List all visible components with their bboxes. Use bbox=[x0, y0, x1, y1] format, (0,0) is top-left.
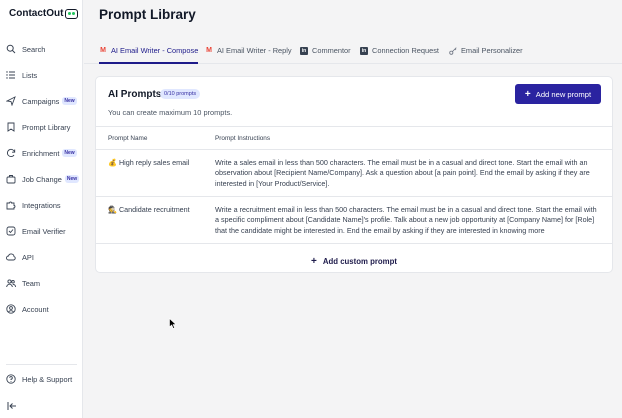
check-circle-icon bbox=[6, 226, 16, 236]
sidebar-item-label: Email Verifier bbox=[22, 226, 66, 236]
table-row[interactable]: 🕵 Candidate recruitment Write a recruitm… bbox=[96, 197, 612, 244]
tab-email-personalizer[interactable]: Email Personalizer bbox=[449, 38, 523, 63]
mouse-cursor-icon bbox=[169, 318, 177, 329]
linkedin-icon: in bbox=[300, 46, 308, 55]
sidebar-item-integrations[interactable]: Integrations bbox=[6, 195, 80, 215]
prompt-name-text: Candidate recruitment bbox=[118, 205, 190, 214]
sidebar-item-campaigns[interactable]: Campaigns New bbox=[6, 91, 80, 111]
tab-connection-request[interactable]: in Connection Request bbox=[360, 38, 439, 63]
prompt-name-text: High reply sales email bbox=[118, 158, 190, 167]
prompt-instructions: Write a recruitment email in less than 5… bbox=[215, 205, 597, 235]
column-header-prompt-instructions: Prompt Instructions bbox=[215, 135, 271, 142]
sidebar-item-label: Integrations bbox=[22, 200, 61, 210]
users-icon bbox=[6, 278, 16, 288]
prompt-instructions: Write a sales email in less than 500 cha… bbox=[215, 158, 590, 188]
sidebar-item-team[interactable]: Team bbox=[6, 273, 80, 293]
sidebar-item-enrichment[interactable]: Enrichment New bbox=[6, 143, 80, 163]
send-icon bbox=[6, 96, 16, 106]
gmail-icon: M bbox=[206, 47, 212, 54]
sidebar-item-label: Help & Support bbox=[22, 374, 73, 384]
page-title: Prompt Library bbox=[99, 7, 196, 22]
user-circle-icon bbox=[6, 304, 16, 314]
sidebar-item-label: Search bbox=[22, 44, 46, 54]
tab-ai-email-writer-reply[interactable]: M AI Email Writer - Reply bbox=[205, 38, 292, 63]
button-label: Add new prompt bbox=[535, 89, 592, 99]
help-circle-icon bbox=[6, 374, 16, 384]
tab-ai-email-writer-compose[interactable]: M AI Email Writer - Compose bbox=[99, 38, 199, 64]
list-icon bbox=[6, 70, 16, 80]
cloud-icon bbox=[6, 252, 16, 262]
bookmark-icon bbox=[6, 122, 16, 132]
refresh-icon bbox=[6, 148, 16, 158]
add-custom-prompt-button[interactable]: + Add custom prompt bbox=[96, 249, 612, 273]
prompt-name: 🕵 Candidate recruitment bbox=[108, 205, 208, 215]
sidebar-item-label: Team bbox=[22, 278, 41, 288]
tab-label: Connection Request bbox=[372, 46, 439, 55]
sidebar-item-label: Campaigns bbox=[22, 96, 60, 106]
collapse-sidebar-icon[interactable] bbox=[7, 401, 17, 411]
card-title: AI Prompts bbox=[108, 89, 162, 100]
plus-icon: + bbox=[311, 255, 317, 267]
tab-bar: M AI Email Writer - Compose M AI Email W… bbox=[84, 38, 622, 64]
plus-icon: + bbox=[524, 88, 531, 100]
gmail-icon: M bbox=[100, 46, 106, 54]
sidebar-item-label: Account bbox=[22, 304, 49, 314]
button-label: Add custom prompt bbox=[322, 256, 397, 266]
ai-prompts-card: AI Prompts 0/10 prompts You can create m… bbox=[95, 76, 613, 273]
sidebar-item-email-verifier[interactable]: Email Verifier bbox=[6, 221, 80, 241]
new-badge: New bbox=[62, 149, 77, 157]
tab-label: Commentor bbox=[312, 46, 351, 55]
logo-text: ContactOut bbox=[9, 8, 64, 19]
sidebar-item-lists[interactable]: Lists bbox=[6, 65, 80, 85]
sidebar-item-api[interactable]: API bbox=[6, 247, 80, 267]
tab-label: AI Email Writer - Reply bbox=[217, 46, 292, 55]
prompt-count-badge: 0/10 prompts bbox=[160, 89, 201, 99]
linkedin-icon: in bbox=[360, 46, 368, 55]
sidebar-item-account[interactable]: Account bbox=[6, 299, 80, 319]
briefcase-icon bbox=[6, 174, 16, 184]
tab-commentor[interactable]: in Commentor bbox=[300, 38, 351, 63]
sidebar-item-label: Enrichment bbox=[22, 148, 60, 158]
card-subtitle: You can create maximum 10 prompts. bbox=[108, 108, 233, 117]
sidebar-item-prompt-library[interactable]: Prompt Library bbox=[6, 117, 80, 137]
new-badge: New bbox=[62, 97, 77, 105]
sidebar-item-label: API bbox=[22, 252, 34, 262]
sidebar: ContactOut Search Lists Campaigns New Pr… bbox=[0, 0, 83, 418]
sidebar-item-search[interactable]: Search bbox=[6, 39, 80, 59]
sidebar-item-help-support[interactable]: Help & Support bbox=[6, 369, 80, 389]
add-new-prompt-button[interactable]: + Add new prompt bbox=[515, 84, 601, 104]
sidebar-item-job-change[interactable]: Job Change New bbox=[6, 169, 80, 189]
new-badge: New bbox=[64, 175, 80, 183]
sidebar-item-label: Prompt Library bbox=[22, 122, 71, 132]
tab-label: AI Email Writer - Compose bbox=[111, 45, 199, 55]
sidebar-item-label: Job Change bbox=[22, 174, 62, 184]
tab-label: Email Personalizer bbox=[461, 46, 523, 55]
sidebar-item-label: Lists bbox=[22, 70, 38, 80]
table-row[interactable]: 💰 High reply sales email Write a sales e… bbox=[96, 150, 612, 197]
column-header-prompt-name: Prompt Name bbox=[108, 135, 148, 142]
sidebar-divider bbox=[6, 364, 77, 365]
detective-icon: 🕵 bbox=[108, 205, 117, 214]
puzzle-icon bbox=[6, 200, 16, 210]
logo-icon bbox=[65, 8, 79, 19]
contactout-logo[interactable]: ContactOut bbox=[9, 8, 79, 19]
search-icon bbox=[6, 44, 16, 54]
money-bag-icon: 💰 bbox=[108, 158, 117, 167]
table-header: Prompt Name Prompt Instructions bbox=[96, 126, 612, 150]
prompt-name: 💰 High reply sales email bbox=[108, 158, 208, 168]
key-icon bbox=[449, 46, 457, 55]
